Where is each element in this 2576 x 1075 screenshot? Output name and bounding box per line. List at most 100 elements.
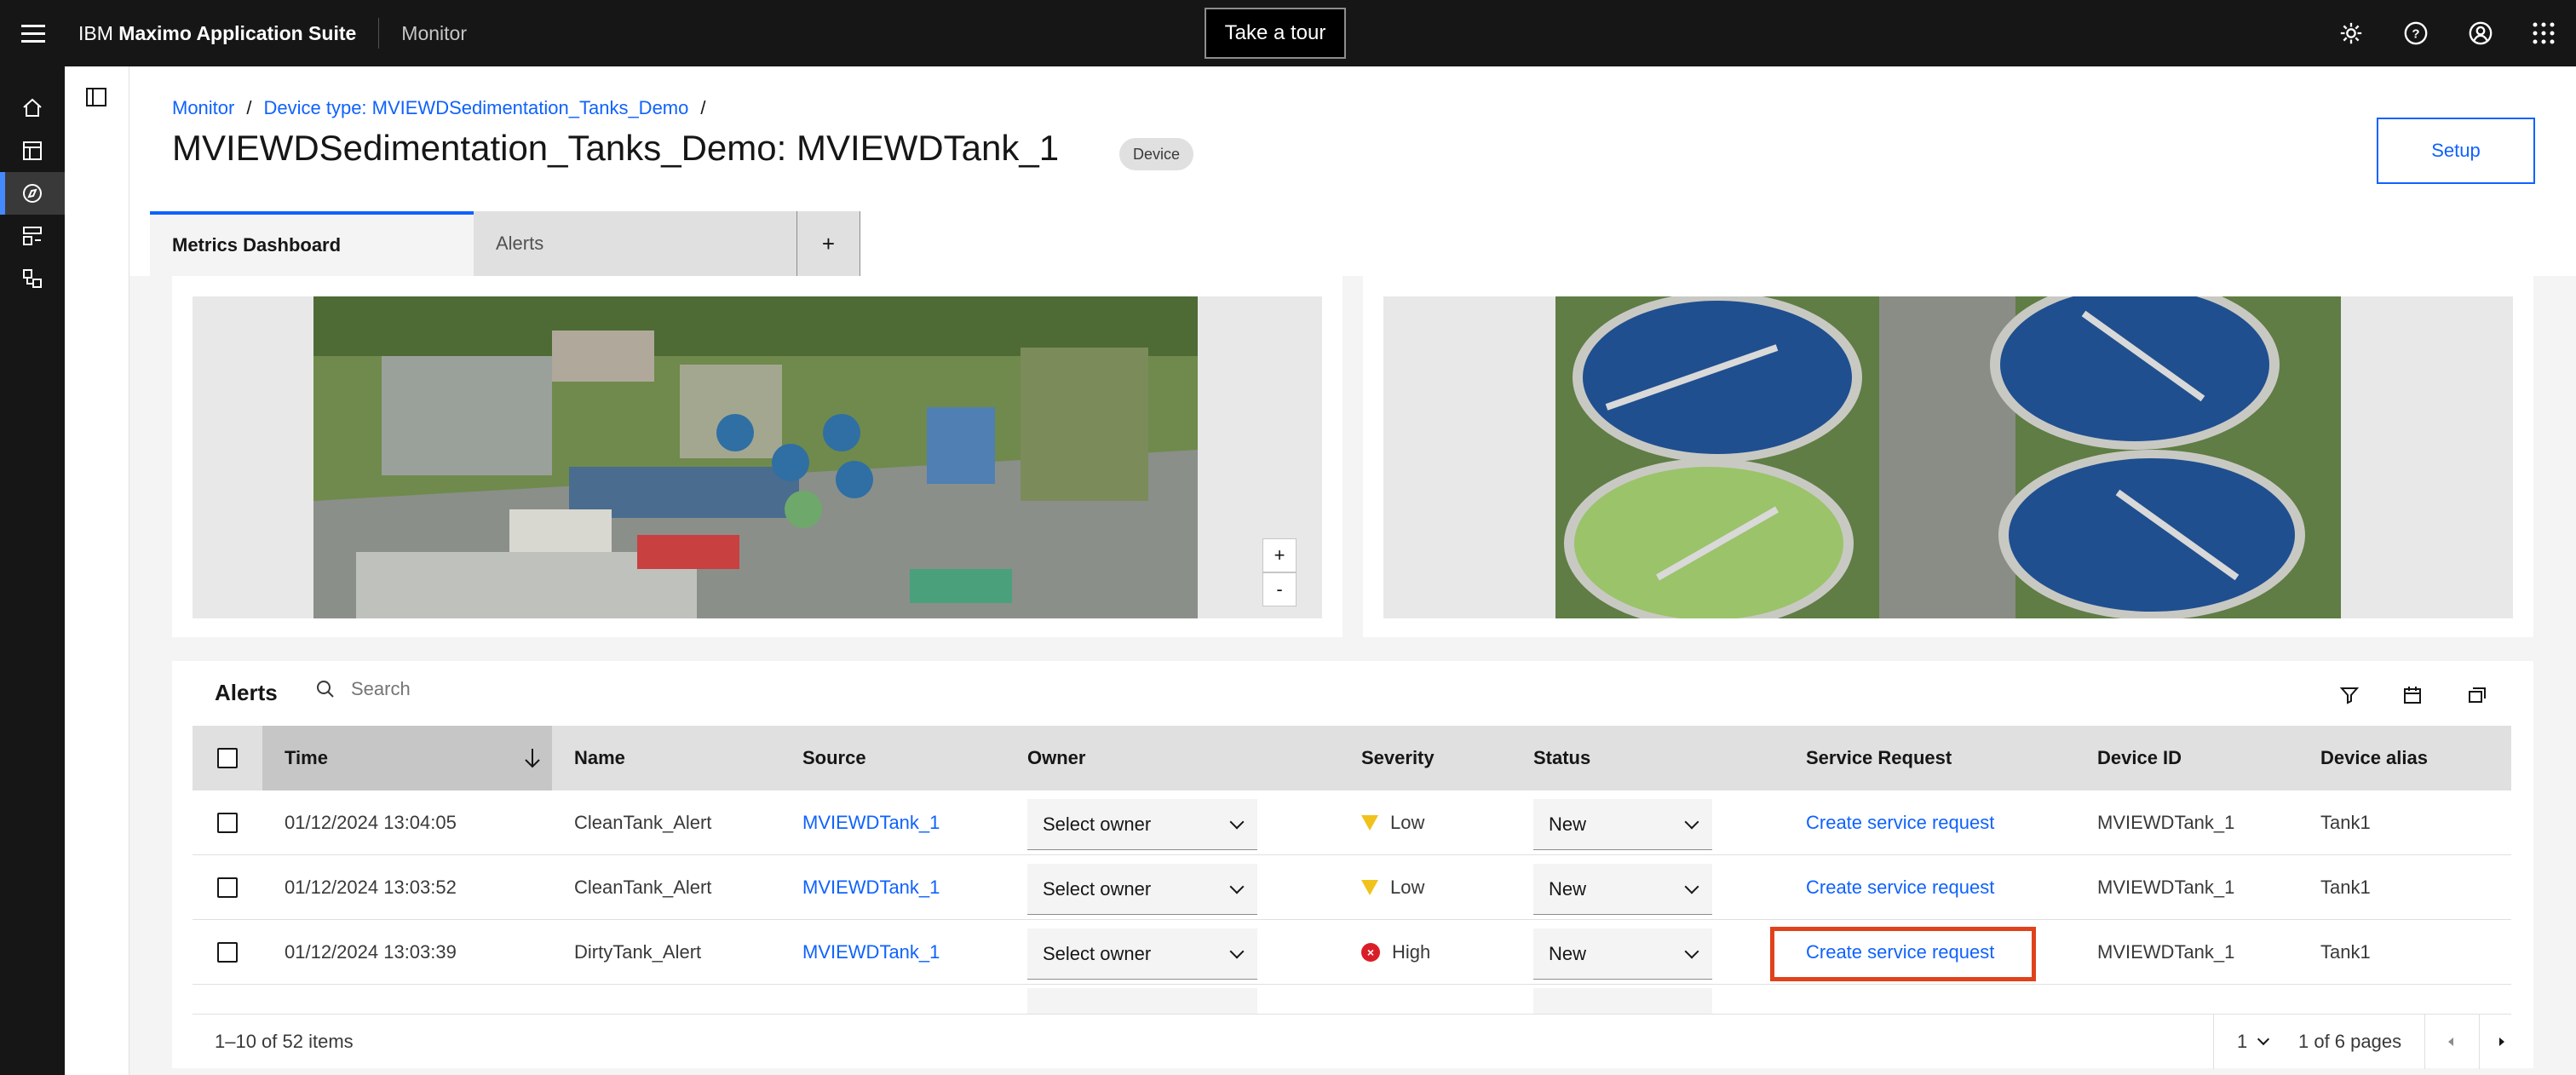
chevron-down-icon <box>1684 879 1699 894</box>
status-dropdown-value: New <box>1549 877 1587 900</box>
owner-dropdown-partial <box>1027 988 1257 1014</box>
row-source-link[interactable]: MVIEWDTank_1 <box>802 790 940 855</box>
caret-right-icon <box>2499 1038 2504 1046</box>
column-source[interactable]: Source <box>802 726 866 790</box>
device-tag: Device <box>1119 138 1194 170</box>
nav-monitor-icon[interactable] <box>0 172 65 215</box>
alerts-title: Alerts <box>215 680 278 705</box>
filter-icon[interactable] <box>2332 678 2366 712</box>
column-service-request[interactable]: Service Request <box>1806 726 1952 790</box>
expand-icon[interactable] <box>2460 678 2494 712</box>
brand-divider <box>378 18 380 49</box>
zoom-in-button[interactable]: + <box>1262 538 1297 572</box>
highlight-box <box>1770 927 2036 981</box>
select-all-checkbox[interactable] <box>217 748 238 768</box>
row-source-link[interactable]: MVIEWDTank_1 <box>802 855 940 920</box>
alerts-table-card: Alerts Time Name Source Owner Severity S… <box>172 661 2533 1069</box>
product-name: Monitor <box>401 21 467 44</box>
left-panel-rail <box>65 66 129 1075</box>
severity-label: High <box>1392 941 1431 963</box>
owner-dropdown-value: Select owner <box>1043 942 1152 964</box>
tab-alerts[interactable]: Alerts <box>474 211 797 276</box>
table-search[interactable] <box>315 678 692 700</box>
app-switcher-icon[interactable] <box>2527 16 2561 50</box>
setup-button[interactable]: Setup <box>2377 118 2535 184</box>
brand-name[interactable]: IBM Maximo Application Suite <box>78 22 356 45</box>
next-page-button[interactable] <box>2496 1015 2508 1069</box>
row-device-id: MVIEWDTank_1 <box>2097 877 2235 898</box>
create-service-request-link[interactable]: Create service request <box>1806 855 1994 920</box>
search-icon <box>317 681 334 698</box>
severity-low-icon <box>1361 880 1378 895</box>
column-status[interactable]: Status <box>1533 726 1590 790</box>
side-nav <box>0 66 65 1075</box>
take-a-tour-button[interactable]: Take a tour <box>1205 8 1346 59</box>
row-owner-cell: Select owner <box>1027 790 1257 855</box>
row-checkbox[interactable] <box>217 813 238 833</box>
row-name: CleanTank_Alert <box>574 812 712 833</box>
column-owner[interactable]: Owner <box>1027 726 1085 790</box>
breadcrumb: Monitor / Device type: MVIEWDSedimentation… <box>172 97 718 119</box>
row-checkbox[interactable] <box>217 942 238 963</box>
row-time: 01/12/2024 13:03:39 <box>285 941 457 963</box>
add-tab-button[interactable]: + <box>797 211 860 276</box>
chevron-down-icon <box>2257 1032 2270 1046</box>
owner-dropdown[interactable]: Select owner <box>1027 928 1257 980</box>
row-checkbox[interactable] <box>217 877 238 898</box>
column-device-id[interactable]: Device ID <box>2097 726 2182 790</box>
row-time: 01/12/2024 13:04:05 <box>285 812 457 833</box>
breadcrumb-device-type-link[interactable]: Device type: MVIEWDSedimentation_Tanks_D… <box>263 97 688 118</box>
column-time[interactable]: Time <box>262 726 552 790</box>
row-time: 01/12/2024 13:03:52 <box>285 877 457 898</box>
owner-dropdown[interactable]: Select owner <box>1027 864 1257 915</box>
nav-devices-icon[interactable] <box>0 257 65 300</box>
tab-metrics-dashboard[interactable]: Metrics Dashboard <box>150 211 474 276</box>
nav-dashboard-icon[interactable] <box>0 129 65 172</box>
chevron-down-icon <box>1229 879 1245 894</box>
row-select-cell <box>217 855 238 920</box>
create-service-request-link[interactable]: Create service request <box>1806 790 1994 855</box>
svg-text:?: ? <box>2412 27 2419 42</box>
severity-high-icon: × <box>1361 943 1380 962</box>
pagination-divider <box>2424 1015 2425 1069</box>
gear-icon[interactable] <box>2334 16 2368 50</box>
page-title: MVIEWDSedimentation_Tanks_Demo: MVIEWDTa… <box>172 128 1060 168</box>
row-owner-cell: Select owner <box>1027 855 1257 920</box>
column-name[interactable]: Name <box>574 726 625 790</box>
zoom-out-button[interactable]: - <box>1262 572 1297 606</box>
chevron-down-icon <box>1229 814 1245 829</box>
user-avatar-icon[interactable] <box>2464 16 2498 50</box>
search-input[interactable] <box>351 678 692 700</box>
panel-toggle-icon[interactable] <box>85 87 107 112</box>
row-device-alias: Tank1 <box>2320 812 2371 833</box>
plant-aerial-image <box>313 296 1198 618</box>
owner-dropdown-value: Select owner <box>1043 813 1152 835</box>
owner-dropdown[interactable]: Select owner <box>1027 799 1257 850</box>
table-row[interactable]: 01/12/2024 13:03:52 CleanTank_Alert MVIE… <box>193 855 2511 920</box>
status-dropdown[interactable]: New <box>1533 799 1712 850</box>
severity-label: Low <box>1390 812 1425 833</box>
previous-page-button[interactable] <box>2445 1015 2457 1069</box>
status-dropdown[interactable]: New <box>1533 864 1712 915</box>
chevron-down-icon <box>1684 944 1699 958</box>
row-severity: × High <box>1361 920 1430 985</box>
column-severity[interactable]: Severity <box>1361 726 1435 790</box>
menu-icon[interactable] <box>0 0 66 66</box>
row-select-cell <box>217 920 238 985</box>
column-device-alias[interactable]: Device alias <box>2320 726 2428 790</box>
breadcrumb-monitor-link[interactable]: Monitor <box>172 97 234 118</box>
page-select[interactable]: 1 <box>2237 1015 2270 1069</box>
table-row[interactable]: 01/12/2024 13:04:05 CleanTank_Alert MVIE… <box>193 790 2511 855</box>
sort-descending-icon[interactable] <box>523 747 542 769</box>
pagination-pages: 1 of 6 pages <box>2298 1031 2402 1052</box>
plant-image-frame: + - <box>193 296 1322 618</box>
pagination-range: 1–10 of 52 items <box>215 1031 354 1052</box>
nav-setup-icon[interactable] <box>0 215 65 257</box>
row-source-link[interactable]: MVIEWDTank_1 <box>802 920 940 985</box>
page-select-value: 1 <box>2237 1031 2248 1052</box>
help-icon[interactable]: ? <box>2399 16 2433 50</box>
status-dropdown[interactable]: New <box>1533 928 1712 980</box>
nav-home-icon[interactable] <box>0 87 65 129</box>
table-row[interactable]: 01/12/2024 13:03:39 DirtyTank_Alert MVIE… <box>193 920 2511 985</box>
calendar-icon[interactable] <box>2395 678 2429 712</box>
